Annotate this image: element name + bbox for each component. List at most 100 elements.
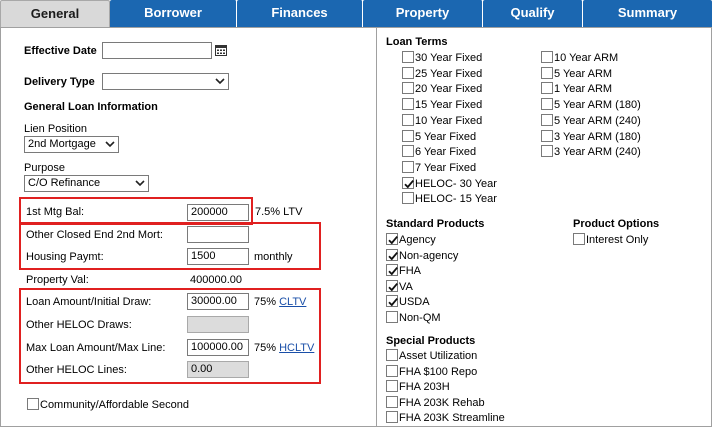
va-checkbox[interactable] [386,279,398,292]
other-closed-end-label: Other Closed End 2nd Mort: [26,229,163,241]
property-val-label: Property Val: [26,274,89,286]
housing-paymt-input[interactable]: 1500 [187,248,249,265]
5-year-fixed-label: 5 Year Fixed [415,130,477,143]
3-year-arm-240-checkbox[interactable] [541,145,553,158]
community-checkbox[interactable] [27,398,39,410]
7-year-fixed-label: 7 Year Fixed [415,161,477,174]
housing-paymt-unit: monthly [254,251,293,263]
6-year-fixed-checkbox[interactable] [402,145,414,158]
effective-date-input[interactable] [102,42,212,59]
tab-summary[interactable]: Summary [583,0,712,27]
fha-203k-rehab-checkbox[interactable] [386,395,398,408]
5-year-arm-checkbox[interactable] [541,66,553,79]
5-year-arm-240-label: 5 Year ARM (240) [554,114,641,127]
other-heloc-lines-input[interactable]: 0.00 [187,361,249,378]
5-year-arm-label: 5 Year ARM [554,67,613,80]
housing-paymt-label: Housing Paymt: [26,251,104,263]
non-agency-checkbox[interactable] [386,248,398,261]
calendar-icon[interactable] [215,44,227,56]
asset-utilization-checkbox[interactable] [386,349,398,361]
interest-only-checkbox[interactable] [573,233,585,245]
column-divider [376,28,377,427]
chevron-down-icon [135,180,145,187]
non-agency-label: Non-agency [399,249,459,262]
heloc-30-year-checkbox[interactable] [402,176,414,189]
5-year-arm-180-checkbox[interactable] [541,98,553,111]
fha-203h-checkbox[interactable] [386,380,398,393]
special-products-heading: Special Products [386,335,476,347]
non-qm-checkbox[interactable] [386,311,398,323]
lien-position-select[interactable]: 2nd Mortgage [24,136,119,153]
25-year-fixed-label: 25 Year Fixed [415,67,483,80]
fha-100-repo-checkbox[interactable] [386,364,398,377]
5-year-arm-240-checkbox[interactable] [541,113,553,126]
3-year-arm-180-checkbox[interactable] [541,129,553,142]
10-year-fixed-checkbox[interactable] [402,113,414,126]
hcltv-pct: 75% [254,342,277,354]
max-loan-input[interactable]: 100000.00 [187,339,249,356]
15-year-fixed-checkbox[interactable] [402,98,414,111]
general-loan-info-heading: General Loan Information [24,101,158,113]
checkmark-icon [388,298,398,307]
7-year-fixed-checkbox[interactable] [402,160,414,173]
delivery-type-select[interactable] [102,73,229,90]
cltv-text: 75% CLTV [254,296,306,308]
usda-checkbox[interactable] [386,295,398,308]
tab-bar: General Borrower Finances Property Quali… [0,0,712,27]
hcltv-link[interactable]: HCLTV [279,342,314,354]
cltv-link[interactable]: CLTV [279,296,306,308]
va-label: VA [399,280,413,293]
6-year-fixed-label: 6 Year Fixed [415,146,477,159]
tab-finances[interactable]: Finances [237,0,363,27]
loan-amount-label: Loan Amount/Initial Draw: [26,296,152,308]
10-year-arm-checkbox[interactable] [541,51,553,63]
20-year-fixed-checkbox[interactable] [402,82,414,95]
fha-checkbox[interactable] [386,264,398,277]
other-closed-end-input[interactable] [187,226,249,243]
tab-property[interactable]: Property [363,0,483,27]
purpose-select[interactable]: C/O Refinance [24,175,149,192]
purpose-label: Purpose [24,162,65,174]
checkmark-icon [388,267,398,276]
heloc-15-year-checkbox[interactable] [402,192,414,205]
10-year-arm-label: 10 Year ARM [554,52,619,64]
3-year-arm-180-label: 3 Year ARM (180) [554,130,641,143]
5-year-fixed-checkbox[interactable] [402,129,414,142]
lien-position-value: 2nd Mortgage [28,138,96,150]
tab-borrower[interactable]: Borrower [110,0,237,27]
5-year-arm-180-label: 5 Year ARM (180) [554,99,641,112]
heloc-15-year-label: HELOC- 15 Year [415,193,497,206]
tab-general[interactable]: General [0,0,110,27]
30-year-fixed-checkbox[interactable] [402,51,414,63]
community-label: Community/Affordable Second [40,399,189,411]
15-year-fixed-label: 15 Year Fixed [415,99,483,112]
fha-203h-label: FHA 203H [399,381,450,394]
agency-checkbox[interactable] [386,233,398,245]
agency-label: Agency [399,234,436,246]
heloc-30-year-label: HELOC- 30 Year [415,177,497,190]
max-loan-label: Max Loan Amount/Max Line: [26,342,166,354]
1-year-arm-checkbox[interactable] [541,82,553,95]
checkmark-icon [404,179,414,188]
tab-qualify[interactable]: Qualify [483,0,583,27]
loan-amount-input[interactable]: 30000.00 [187,293,249,310]
other-heloc-draws-input[interactable] [187,316,249,333]
fha-label: FHA [399,265,421,278]
non-qm-label: Non-QM [399,312,441,324]
cltv-pct: 75% [254,296,277,308]
first-mtg-bal-input[interactable]: 200000 [187,204,249,221]
fha-203k-streamline-checkbox[interactable] [386,411,398,424]
other-heloc-lines-label: Other HELOC Lines: [26,364,127,376]
asset-utilization-label: Asset Utilization [399,350,478,362]
fha-100-repo-label: FHA $100 Repo [399,365,478,378]
chevron-down-icon [105,141,115,148]
usda-label: USDA [399,296,430,309]
fha-203k-streamline-label: FHA 203K Streamline [399,412,505,425]
checkmark-icon [388,282,398,292]
30-year-fixed-label: 30 Year Fixed [415,52,483,64]
25-year-fixed-checkbox[interactable] [402,66,414,79]
10-year-fixed-label: 10 Year Fixed [415,114,483,127]
delivery-type-label: Delivery Type [24,76,95,88]
fha-203k-rehab-label: FHA 203K Rehab [399,396,485,409]
interest-only-label: Interest Only [586,234,649,246]
